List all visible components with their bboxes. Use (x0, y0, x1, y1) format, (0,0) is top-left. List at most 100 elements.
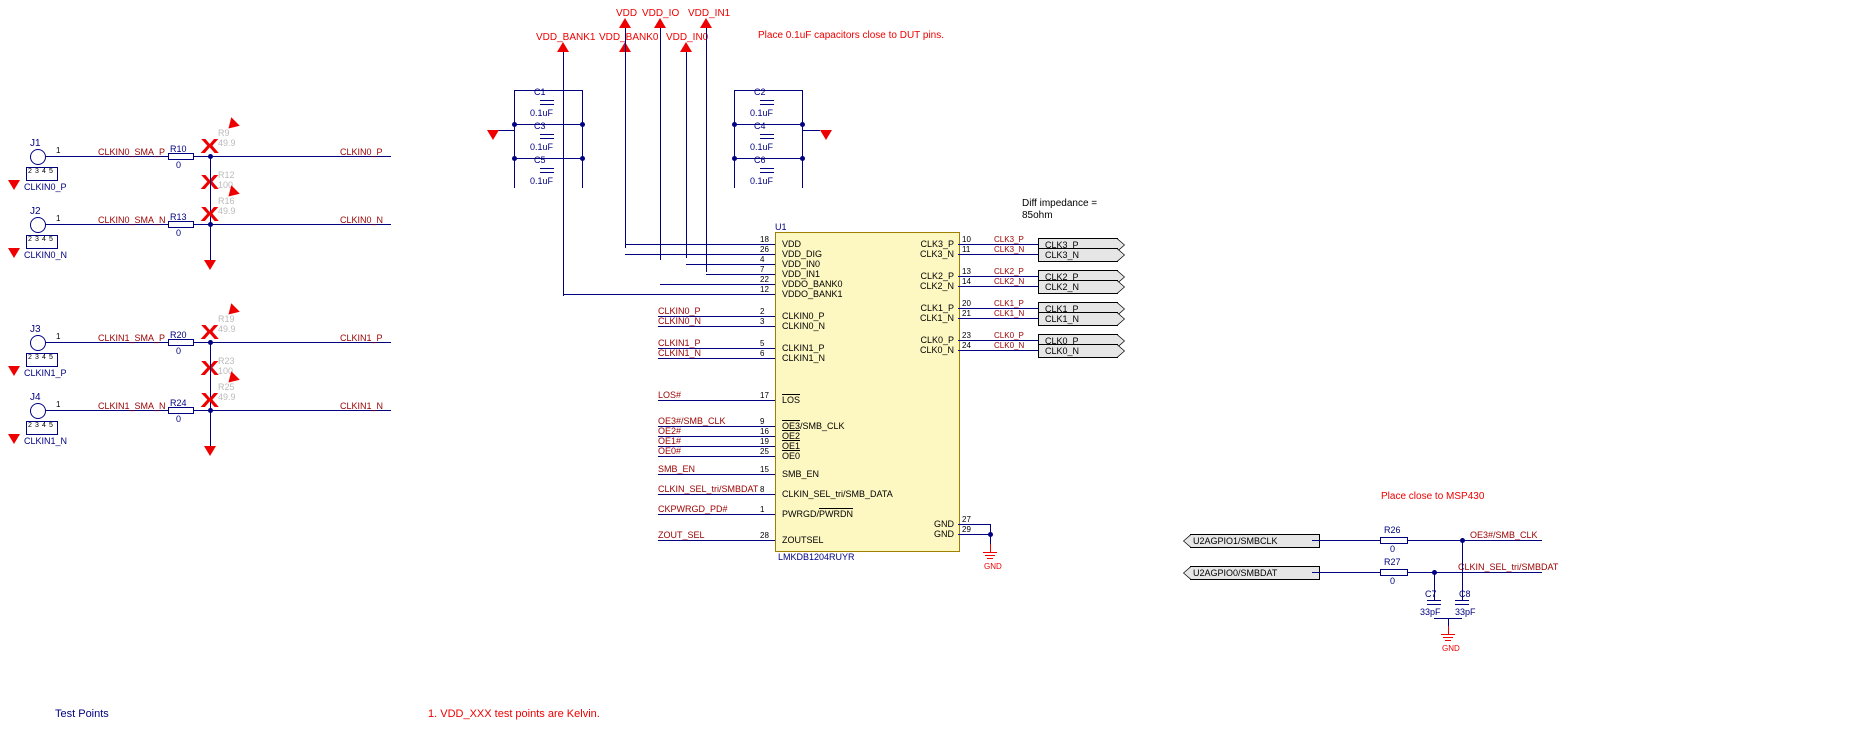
pin-num: 28 (760, 531, 769, 540)
note-msp: Place close to MSP430 (1381, 491, 1484, 502)
refdes-u1: U1 (775, 222, 787, 232)
capval-c3: 0.1uF (530, 142, 553, 152)
cap-icon (760, 138, 774, 139)
pin-name: CLK2_N (920, 281, 954, 291)
sma-name: CLKIN0_P (24, 182, 67, 192)
pin-name: CLK2_P (920, 271, 954, 281)
junction-icon (800, 122, 805, 127)
resval-r13: 0 (176, 228, 181, 238)
pin-stub (758, 326, 775, 327)
wire (210, 224, 211, 260)
net-label: CLKIN1_N (658, 348, 701, 358)
gnd-icon (8, 180, 20, 190)
refdes-c2: C2 (754, 87, 766, 97)
pin-name: VDDO_BANK1 (782, 289, 843, 299)
pin-num: 22 (760, 275, 769, 284)
wire (1312, 572, 1542, 573)
cap-icon (540, 134, 554, 135)
junction-icon (1432, 570, 1437, 575)
pin-num: 1 (760, 505, 764, 514)
net-label: CLKIN0_P (658, 306, 701, 316)
pin-name: GND (934, 529, 954, 539)
net-label: CLK0_P (994, 331, 1024, 340)
wire (563, 294, 758, 295)
junction-icon (732, 122, 737, 127)
port-u2agpio1: U2AGPIO1/SMBCLK (1190, 534, 1320, 548)
refdes-r26: R26 (1384, 525, 1401, 535)
port-label: U2AGPIO1/SMBCLK (1193, 536, 1278, 546)
power-arrow-icon (654, 18, 666, 28)
pin-name: OE1 (782, 441, 800, 451)
gnd-label: GND (984, 562, 1002, 571)
pin-name: CLK0_P (920, 335, 954, 345)
power-arrow-icon (619, 18, 631, 28)
wire (734, 90, 802, 91)
power-arrow-icon (557, 42, 569, 52)
pin-num: 2 (28, 236, 32, 243)
net-label: CLKIN0_N (658, 316, 701, 326)
junction-icon (208, 408, 213, 413)
capval-c6: 0.1uF (750, 176, 773, 186)
pin-num: 5 (49, 236, 53, 243)
cap-icon (1455, 604, 1469, 605)
res-r13 (168, 221, 194, 228)
capval-c2: 0.1uF (750, 108, 773, 118)
pin-name: CLK3_P (920, 239, 954, 249)
port-clk1n: CLK1_N (1038, 312, 1118, 326)
wire (658, 474, 758, 475)
junction-icon (512, 156, 517, 161)
refdes-r20: R20 (170, 330, 187, 340)
cap-icon (760, 134, 774, 135)
pin-num: 1 (56, 214, 60, 223)
pin-num: 1 (56, 332, 60, 341)
pin-name: PWRGD/PWRDN (782, 509, 853, 519)
power-arrow-icon (700, 18, 712, 28)
refdes-r9: R9 (218, 128, 230, 138)
wire (514, 158, 582, 159)
pin-num: 4 (42, 168, 46, 175)
net-label: OE3#/SMB_CLK (658, 416, 726, 426)
pin-name: CLKIN1_N (782, 353, 825, 363)
wire (582, 90, 583, 188)
pin-num: 11 (962, 245, 970, 254)
pin-name: OE2 (782, 431, 800, 441)
sma-icon (30, 217, 46, 233)
gnd-icon (204, 260, 216, 270)
pin-num: 26 (760, 245, 769, 254)
pin-num: 16 (760, 427, 769, 436)
net-label: CLKIN1_SMA_N (98, 401, 166, 411)
pin-num: 25 (760, 447, 769, 456)
resval-r25: 49.9 (218, 392, 236, 402)
net-label: CLK0_N (994, 341, 1024, 350)
pin-name: CLK3_N (920, 249, 954, 259)
wire (658, 358, 758, 359)
pin-num: 23 (962, 331, 971, 340)
net-label: CLKIN0_P (340, 147, 383, 157)
pin-name: CLKIN_SEL_tri/SMB_DATA (782, 489, 893, 499)
wire (625, 254, 758, 255)
wire (958, 534, 990, 535)
capval-c7: 33pF (1420, 607, 1441, 617)
gnd-icon (8, 366, 20, 376)
capval-c4: 0.1uF (750, 142, 773, 152)
resval-r27: 0 (1390, 576, 1395, 586)
ic-partno: LMKDB1204RUYR (778, 552, 855, 562)
pin-num: 20 (962, 299, 971, 308)
wire (658, 494, 758, 495)
pin-stub (758, 358, 775, 359)
refdes-j1: J1 (30, 138, 41, 149)
heading-testpoints: Test Points (55, 708, 109, 720)
net-label: OE0# (658, 446, 681, 456)
note-caps: Place 0.1uF capacitors close to DUT pins… (758, 30, 944, 41)
cap-icon (540, 100, 554, 101)
resval-r24: 0 (176, 414, 181, 424)
refdes-c5: C5 (534, 155, 546, 165)
wire (958, 286, 1038, 287)
pin-num: 5 (49, 354, 53, 361)
gnd-icon (8, 434, 20, 444)
pin-num: 1 (56, 146, 60, 155)
sma-icon (30, 149, 46, 165)
junction-icon (208, 340, 213, 345)
pin-num: 21 (962, 309, 971, 318)
net-label: CLK1_P (994, 299, 1024, 308)
